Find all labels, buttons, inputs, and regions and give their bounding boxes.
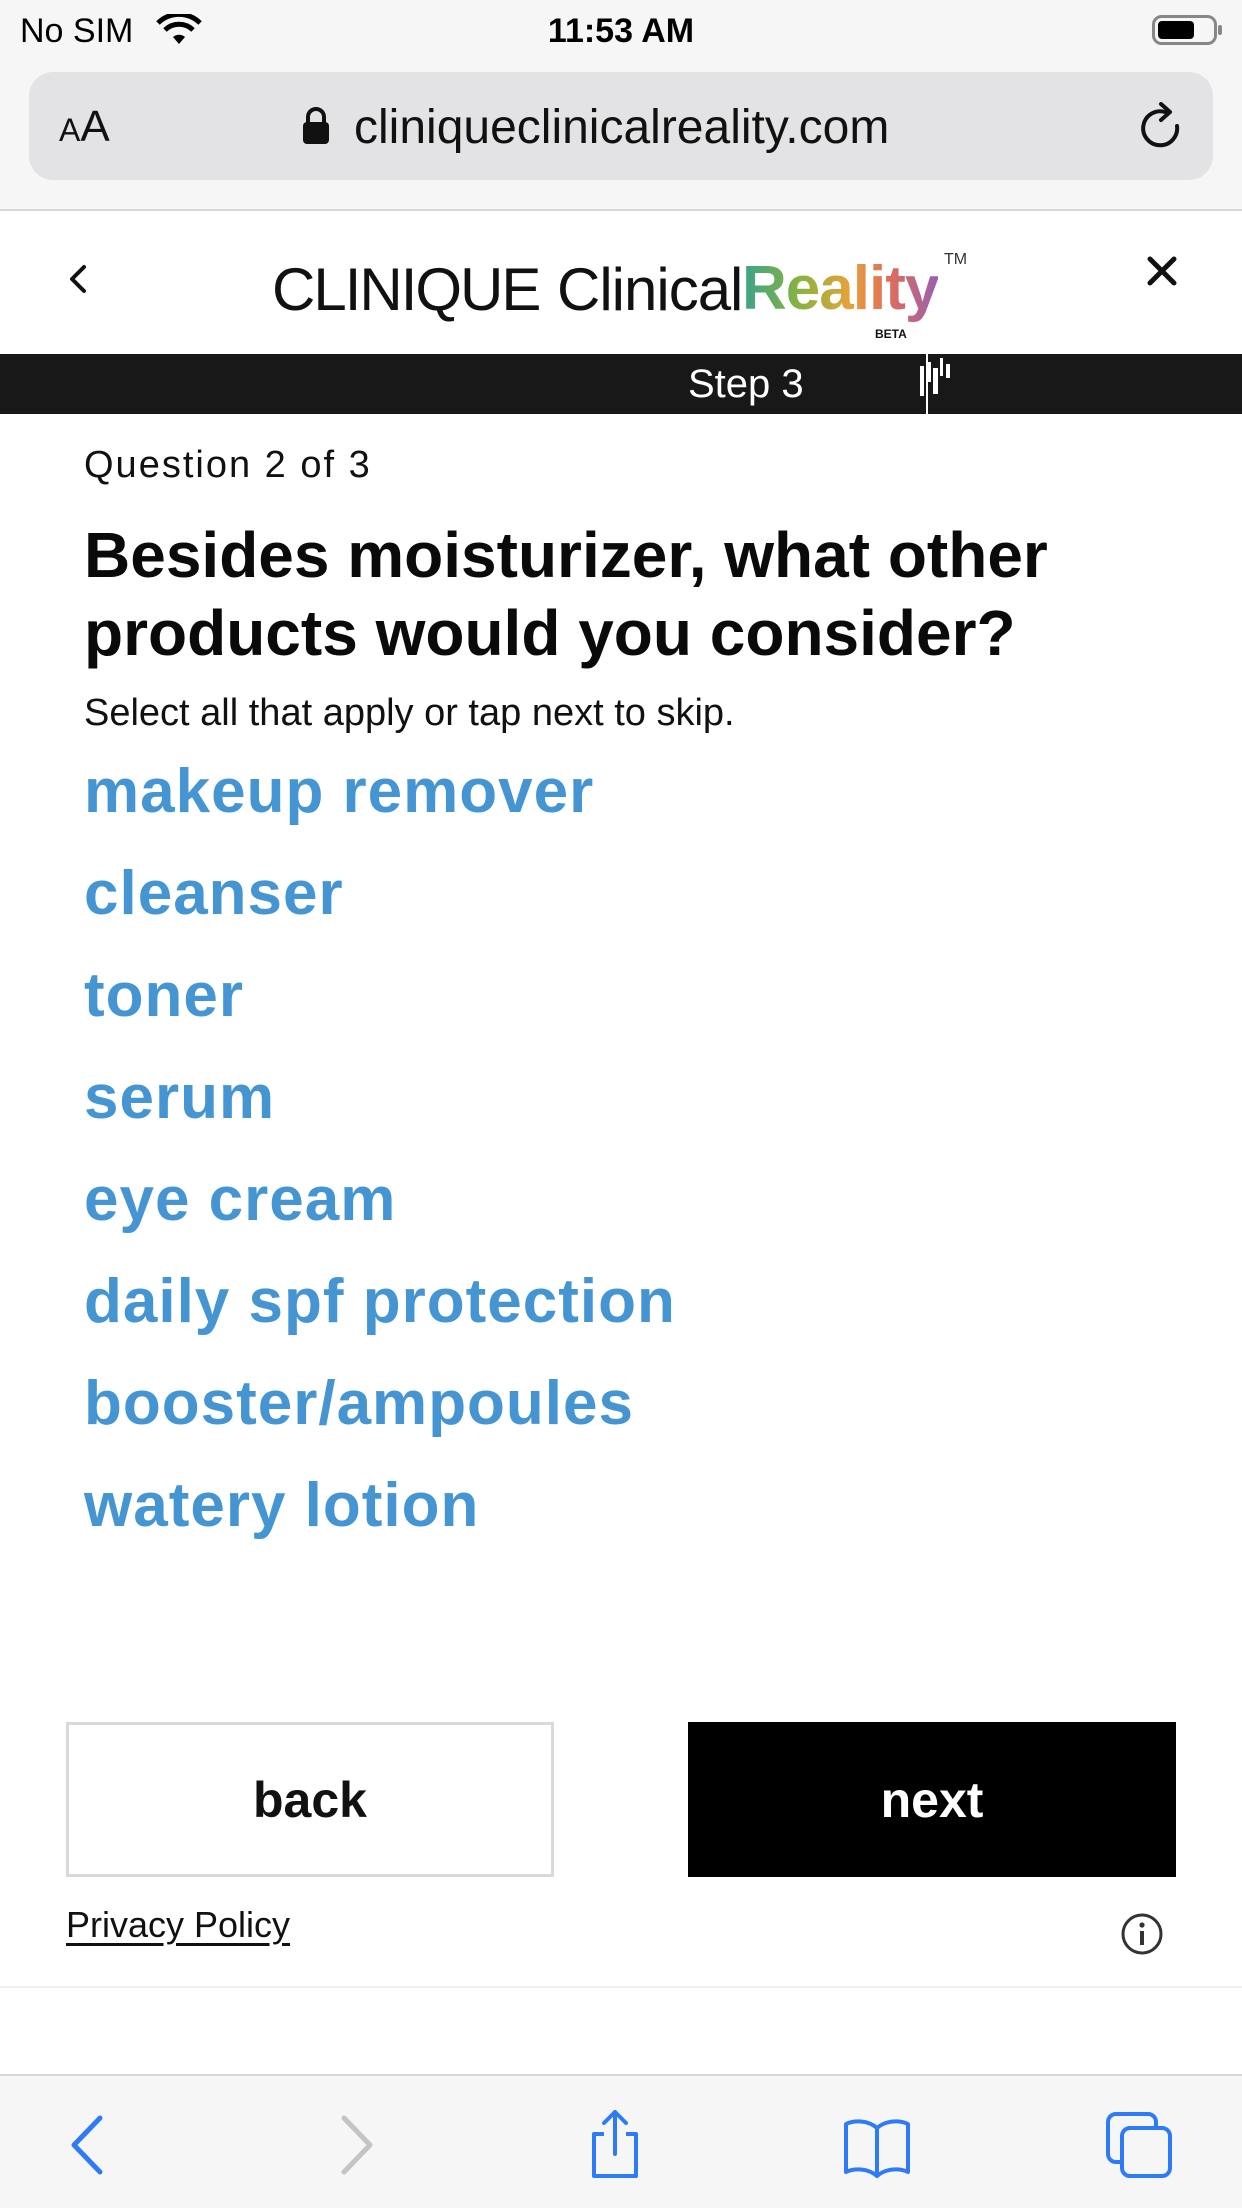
options-list: makeup remover cleanser toner serum eye … <box>84 752 1084 1568</box>
back-arrow-icon[interactable] <box>56 2110 126 2180</box>
back-button[interactable]: back <box>66 1722 554 1877</box>
option-daily-spf-protection[interactable]: daily spf protection <box>84 1262 1084 1364</box>
option-makeup-remover[interactable]: makeup remover <box>84 752 1084 854</box>
step-banner: Step 3 <box>0 354 1242 414</box>
clock: 11:53 AM <box>547 12 695 50</box>
option-serum[interactable]: serum <box>84 1058 1084 1160</box>
next-button[interactable]: next <box>688 1722 1176 1877</box>
progress-marker-icon <box>920 354 950 414</box>
logo-brand: CLINIQUE <box>272 256 541 323</box>
browser-toolbar <box>0 2074 1242 2208</box>
option-booster-ampoules[interactable]: booster/ampoules <box>84 1364 1084 1466</box>
share-icon[interactable] <box>580 2110 650 2180</box>
question-title: Besides moisturizer, what other products… <box>84 519 1048 669</box>
lock-icon <box>303 107 329 144</box>
app-header: CLINIQUE Clinical Reality TM BETA <box>0 213 1242 353</box>
close-icon[interactable] <box>1140 249 1184 293</box>
status-bar: No SIM 11:53 AM <box>0 0 1242 62</box>
browser-chrome: AA cliniqueclinicalreality.com <box>0 62 1242 211</box>
logo-beta: BETA <box>875 327 907 341</box>
option-toner[interactable]: toner <box>84 956 1084 1058</box>
logo-trademark: TM <box>944 251 968 268</box>
option-cleanser[interactable]: cleanser <box>84 854 1084 956</box>
divider <box>0 1986 1242 1988</box>
question-hint: Select all that apply or tap next to ski… <box>84 692 735 734</box>
reload-icon[interactable] <box>1137 102 1187 156</box>
question-counter: Question 2 of 3 <box>84 444 372 486</box>
url-text[interactable]: cliniqueclinicalreality.com <box>354 100 889 155</box>
option-eye-cream[interactable]: eye cream <box>84 1160 1084 1262</box>
address-bar[interactable]: AA cliniqueclinicalreality.com <box>29 72 1213 180</box>
battery-icon <box>1152 15 1222 45</box>
forward-arrow-icon[interactable] <box>318 2110 388 2180</box>
option-watery-lotion[interactable]: watery lotion <box>84 1466 1084 1568</box>
tabs-icon[interactable] <box>1104 2110 1174 2180</box>
text-size-button[interactable]: AA <box>59 102 110 152</box>
chevron-left-icon[interactable] <box>60 253 94 303</box>
logo-reality: Reality <box>742 254 939 323</box>
logo-clinical: Clinical <box>557 256 743 323</box>
info-icon[interactable] <box>1120 1912 1164 1956</box>
step-label: Step 3 <box>688 362 804 406</box>
privacy-policy-link[interactable]: Privacy Policy <box>66 1904 290 1946</box>
bookmarks-icon[interactable] <box>842 2110 912 2180</box>
